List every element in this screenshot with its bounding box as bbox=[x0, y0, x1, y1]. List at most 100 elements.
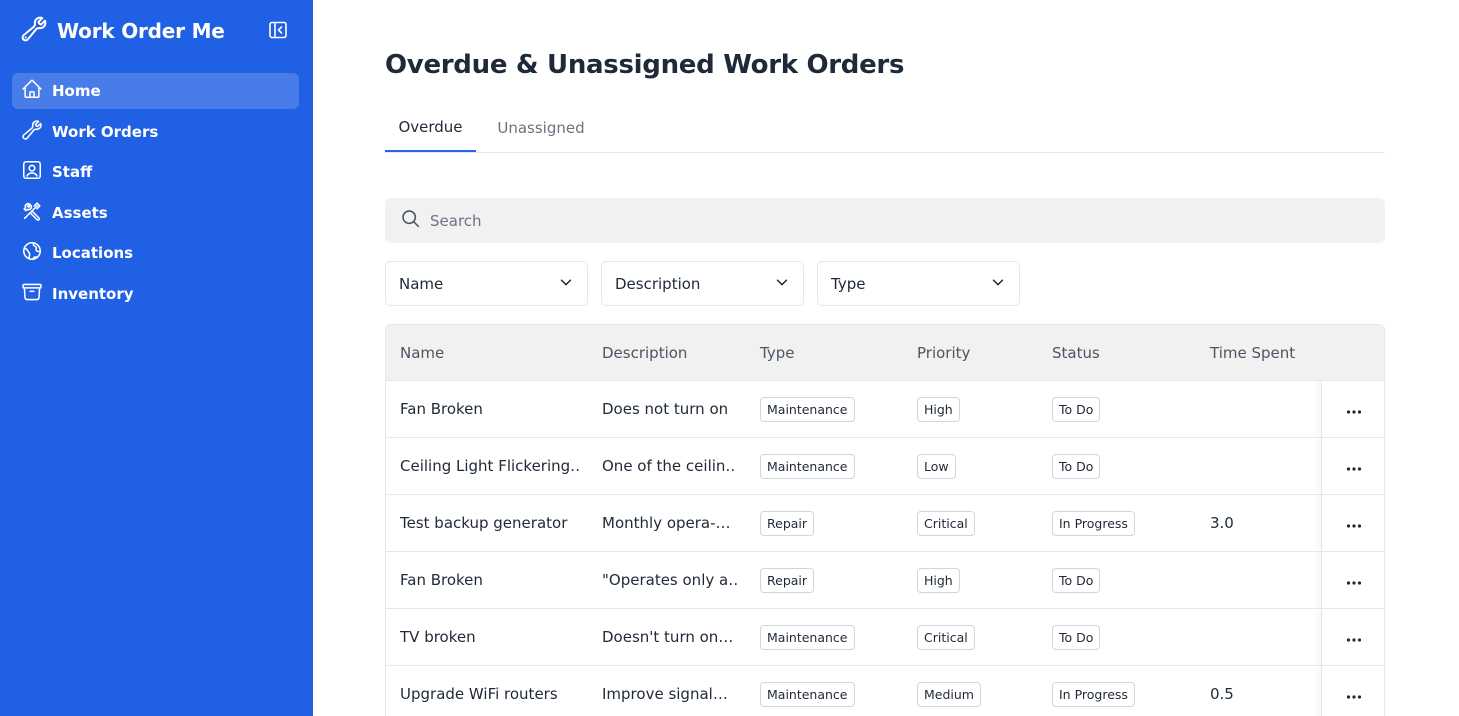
sidebar-item-locations[interactable]: Locations bbox=[12, 235, 299, 271]
cell-type: Maintenance bbox=[760, 381, 910, 437]
cell-time-spent bbox=[1210, 552, 1310, 608]
row-actions-button[interactable] bbox=[1336, 625, 1372, 649]
cell-name: TV broken bbox=[400, 609, 580, 665]
cell-type: Maintenance bbox=[760, 666, 910, 716]
status-badge: In Progress bbox=[1052, 510, 1135, 536]
cell-name: Test backup generator bbox=[400, 514, 568, 532]
app-name: Work Order Me bbox=[57, 19, 225, 43]
cell-status: To Do bbox=[1052, 552, 1202, 608]
column-header-description[interactable]: Description bbox=[602, 325, 687, 380]
status-badge: To Do bbox=[1052, 453, 1101, 479]
type-badge: Maintenance bbox=[760, 624, 855, 650]
cell-priority: High bbox=[917, 552, 1037, 608]
cell-time-spent bbox=[1210, 609, 1310, 665]
sidebar-item-assets[interactable]: Assets bbox=[12, 195, 299, 231]
wrench-logo-icon bbox=[20, 15, 48, 47]
more-horizontal-icon bbox=[1346, 628, 1362, 647]
table-row[interactable]: Upgrade WiFi routers Improve signal… Maint… bbox=[386, 666, 1384, 716]
status-badge: To Do bbox=[1052, 624, 1101, 650]
column-header-priority[interactable]: Priority bbox=[917, 325, 970, 380]
cell-name: Upgrade WiFi routers bbox=[400, 666, 580, 716]
search-input[interactable] bbox=[430, 211, 1330, 230]
cell-description: Does not turn on bbox=[602, 381, 737, 437]
table-row[interactable]: Test backup generator Monthly opera-… Repa… bbox=[386, 495, 1384, 552]
row-actions-button[interactable] bbox=[1336, 511, 1372, 535]
cell-description: Monthly opera-… bbox=[602, 495, 737, 551]
cell-status: In Progress bbox=[1052, 495, 1202, 551]
cell-name: Fan Broken bbox=[400, 381, 580, 437]
sidebar-item-label: Locations bbox=[52, 244, 134, 263]
table-row[interactable]: Ceiling Light Flickering… One of the ceil… bbox=[386, 438, 1384, 495]
sidebar-item-work-orders[interactable]: Work Orders bbox=[12, 114, 299, 150]
cell-description: Improve signal… bbox=[602, 685, 728, 703]
column-header-status[interactable]: Status bbox=[1052, 325, 1100, 380]
row-actions-button[interactable] bbox=[1336, 454, 1372, 478]
type-badge: Maintenance bbox=[760, 396, 855, 422]
cell-time-spent: 0.5 bbox=[1210, 666, 1310, 716]
home-icon bbox=[21, 78, 43, 104]
cell-name: Fan Broken bbox=[400, 552, 580, 608]
sidebar-item-label: Inventory bbox=[52, 284, 134, 303]
cell-name: TV broken bbox=[400, 628, 476, 646]
cell-time-spent: 3.0 bbox=[1210, 495, 1310, 551]
cell-name: Test backup generator bbox=[400, 495, 580, 551]
table-row[interactable]: Fan Broken "Operates only a… Repair High To … bbox=[386, 552, 1384, 609]
more-horizontal-icon bbox=[1346, 400, 1362, 419]
type-badge: Maintenance bbox=[760, 453, 855, 479]
priority-badge: High bbox=[917, 396, 960, 422]
filter-description-dropdown[interactable]: Description bbox=[601, 261, 804, 306]
column-header-name[interactable]: Name bbox=[400, 325, 444, 380]
chevron-down-icon bbox=[991, 275, 1005, 293]
sidebar-item-home[interactable]: Home bbox=[12, 73, 299, 109]
priority-badge: Medium bbox=[917, 681, 981, 707]
cell-name: Upgrade WiFi routers bbox=[400, 685, 558, 703]
cell-name: Fan Broken bbox=[400, 400, 483, 418]
row-actions-button[interactable] bbox=[1336, 682, 1372, 706]
table-row[interactable]: Fan Broken Does not turn on Maintenance Hig… bbox=[386, 381, 1384, 438]
globe-icon bbox=[21, 240, 43, 266]
column-header-time-spent[interactable]: Time Spent bbox=[1210, 325, 1295, 380]
archive-box-icon bbox=[21, 281, 43, 307]
filter-label: Name bbox=[399, 274, 444, 293]
brand[interactable]: Work Order Me bbox=[20, 16, 225, 46]
sidebar-nav: Home Work Orders Staff Assets Locations bbox=[12, 73, 299, 317]
cell-type: Maintenance bbox=[760, 609, 910, 665]
search-bar bbox=[385, 198, 1385, 243]
priority-badge: High bbox=[917, 567, 960, 593]
cell-name: Ceiling Light Flickering… bbox=[400, 457, 580, 475]
tab-overdue[interactable]: Overdue bbox=[385, 104, 476, 152]
page-title: Overdue & Unassigned Work Orders bbox=[385, 50, 905, 80]
work-orders-table: Name Description Type Priority Status Ti… bbox=[385, 324, 1385, 716]
sidebar-item-label: Home bbox=[52, 82, 101, 100]
collapse-sidebar-button[interactable] bbox=[267, 21, 289, 43]
type-badge: Repair bbox=[760, 510, 815, 536]
sidebar-item-staff[interactable]: Staff bbox=[12, 154, 299, 190]
status-badge: To Do bbox=[1052, 396, 1101, 422]
cell-type: Repair bbox=[760, 495, 910, 551]
cell-priority: Critical bbox=[917, 495, 1037, 551]
sidebar-item-label: Work Orders bbox=[52, 122, 159, 141]
cell-description: Monthly opera-… bbox=[602, 514, 731, 532]
cell-description: "Operates only a… bbox=[602, 552, 737, 608]
more-horizontal-icon bbox=[1346, 685, 1362, 704]
chevron-down-icon bbox=[775, 275, 789, 293]
filter-type-dropdown[interactable]: Type bbox=[817, 261, 1020, 306]
sidebar-item-label: Staff bbox=[52, 163, 93, 182]
cell-priority: High bbox=[917, 381, 1037, 437]
status-badge: In Progress bbox=[1052, 681, 1135, 707]
row-actions-button[interactable] bbox=[1336, 568, 1372, 592]
tab-unassigned[interactable]: Unassigned bbox=[497, 104, 585, 152]
filter-label: Description bbox=[615, 274, 701, 293]
cell-type: Maintenance bbox=[760, 438, 910, 494]
column-header-type[interactable]: Type bbox=[760, 325, 794, 380]
sidebar-item-inventory[interactable]: Inventory bbox=[12, 276, 299, 312]
row-actions-button[interactable] bbox=[1336, 397, 1372, 421]
cell-priority: Critical bbox=[917, 609, 1037, 665]
table-body: Fan Broken Does not turn on Maintenance Hig… bbox=[386, 381, 1384, 716]
priority-badge: Critical bbox=[917, 624, 975, 650]
table-row[interactable]: TV broken Doesn't turn on… Maintenance Crit… bbox=[386, 609, 1384, 666]
cell-time-spent: 3.0 bbox=[1210, 514, 1234, 532]
tools-icon bbox=[21, 200, 43, 226]
chevron-down-icon bbox=[559, 275, 573, 293]
filter-name-dropdown[interactable]: Name bbox=[385, 261, 588, 306]
